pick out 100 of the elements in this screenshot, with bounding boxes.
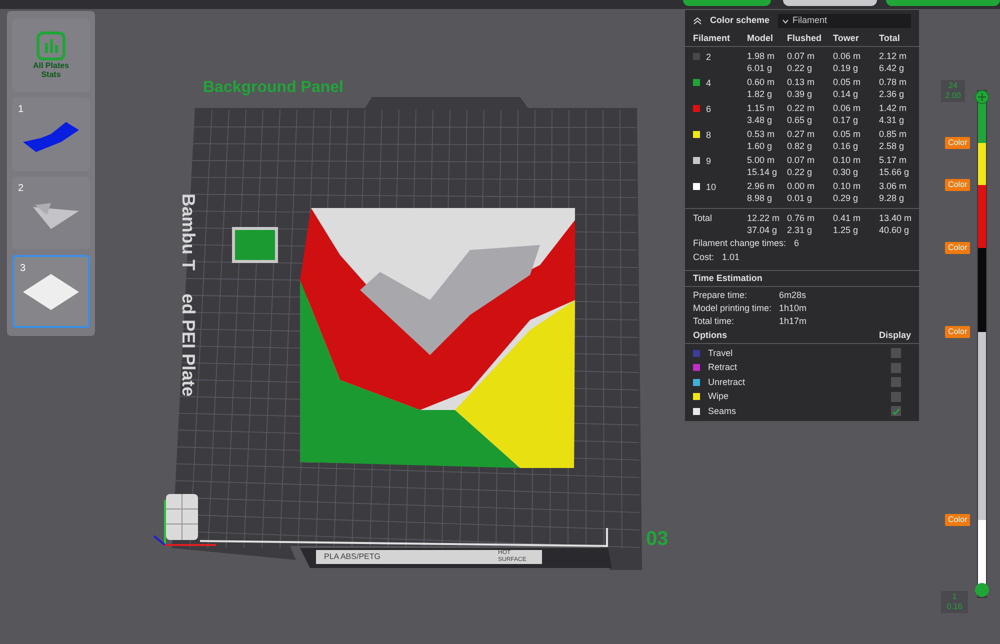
plate-label: ed PEI Plate: [178, 294, 200, 397]
table-cell-text: 2.58 g: [879, 140, 906, 152]
table-cell-text: 3.48 g: [747, 114, 774, 126]
table-cell-text: 0.22 m: [787, 102, 816, 114]
table-cell-text: 1.60 g: [747, 140, 774, 152]
time-value: 1h17m: [779, 315, 808, 328]
column-header: Filament: [693, 32, 732, 46]
top-slider-handle[interactable]: [975, 90, 989, 104]
table-cell-text: 0.76 m: [787, 212, 816, 224]
table-cell-text: 0.29 g: [833, 192, 860, 204]
all-plates-stats-button[interactable]: All Plates Stats: [12, 19, 90, 92]
time-value: 1h10m: [779, 302, 808, 315]
section-title: Time Estimation: [693, 272, 762, 285]
time-label: Model printing time:: [693, 302, 773, 315]
table-cell-text: 15.66 g: [879, 166, 910, 178]
chevron-down-icon: [782, 18, 789, 24]
table-cell-text: 0.17 g: [833, 114, 860, 126]
column-header: Total: [879, 32, 901, 46]
section-title: Options: [693, 328, 727, 342]
filament-number: 10: [706, 181, 716, 194]
layer-height: 2.00: [945, 91, 961, 101]
filament-number: 6: [706, 103, 712, 116]
column-header: Display: [878, 328, 911, 342]
table-cell-text: 5.00 m: [747, 154, 776, 166]
table-cell-text: 0.53 m: [747, 128, 776, 140]
layer-height: 0.16: [946, 602, 962, 612]
color-change-tag[interactable]: Color: [945, 179, 970, 191]
display-checkbox[interactable]: [891, 348, 901, 358]
filament-number: 8: [706, 129, 712, 142]
column-header: Flushed: [787, 32, 823, 46]
color-scheme-label: Color scheme: [710, 14, 770, 28]
color-change-tag[interactable]: Color: [945, 137, 970, 149]
table-cell-text: 15.14 g: [747, 166, 778, 178]
table-cell-text: 0.19 g: [833, 62, 860, 74]
table-cell-text: 1.25 g: [833, 224, 860, 236]
column-header: Tower: [833, 32, 860, 46]
table-cell-text: 0.07 m: [787, 50, 816, 62]
time-label: Prepare time:: [693, 289, 748, 302]
collapse-icon[interactable]: [693, 17, 702, 25]
option-label: Unretract: [708, 376, 746, 388]
color-change-tag[interactable]: Color: [945, 514, 970, 526]
sticker-text: PLA ABS/PETG: [324, 551, 380, 563]
plate-index: 2: [18, 182, 24, 196]
option-label: Wipe: [708, 390, 730, 403]
plate-index: 3: [20, 262, 26, 276]
table-cell-text: 0.16 g: [833, 140, 860, 152]
table-cell: 13.40 m: [879, 212, 912, 224]
plate-number: 03: [646, 527, 668, 552]
table-cell-text: 37.04 g: [747, 224, 778, 236]
option-label: Seams: [708, 404, 738, 418]
filament-number: 2: [706, 51, 712, 64]
table-cell-text: 0.78 m: [879, 76, 908, 88]
filament-number: 4: [706, 77, 712, 90]
display-checkbox[interactable]: [891, 377, 901, 388]
stats-label: All Plates Stats: [32, 61, 70, 80]
table-cell-text: 1.42 m: [879, 102, 908, 114]
chart-icon: [36, 31, 66, 62]
color-change-tag[interactable]: Color: [945, 326, 970, 338]
plate-thumbnail[interactable]: 1: [12, 98, 90, 170]
table-cell-text: 9.28 g: [879, 192, 906, 204]
table-cell-text: 3.06 m: [879, 180, 908, 192]
table-cell-text: 0.13 m: [787, 76, 816, 88]
summary-label: Cost:: [693, 251, 714, 264]
option-label: Retract: [708, 361, 738, 374]
table-cell-text: 0.00 m: [787, 180, 816, 192]
bottom-slider-handle[interactable]: [975, 583, 989, 597]
layer-number: 24: [948, 81, 958, 91]
table-cell-text: 0.22 g: [787, 62, 814, 74]
table-cell-text: 0.60 m: [747, 76, 776, 88]
plate-thumbnail[interactable]: 3: [12, 255, 90, 328]
option-label: Travel: [708, 346, 734, 360]
filament-number: 9: [706, 155, 712, 168]
table-cell-text: 1.82 g: [747, 88, 774, 100]
table-cell-text: 0.30 g: [833, 166, 860, 178]
table-cell-text: 1.98 m: [747, 50, 776, 62]
summary-label: Filament change times:: [693, 237, 786, 250]
table-cell-text: 2.96 m: [747, 180, 776, 192]
table-cell-text: 5.17 m: [879, 154, 908, 166]
view-cube-drawing: [153, 494, 216, 546]
plate-thumbnail[interactable]: 2: [12, 176, 90, 250]
table-cell-text: 40.60 g: [879, 224, 910, 236]
color-change-tag[interactable]: Color: [945, 242, 970, 254]
table-cell-text: 0.27 m: [787, 128, 816, 140]
table-cell-text: 0.39 g: [787, 88, 814, 100]
table-cell-text: 0.07 m: [787, 154, 816, 166]
table-cell-text: 0.06 m: [833, 50, 862, 62]
display-checkbox[interactable]: [891, 362, 901, 373]
display-checkbox[interactable]: [891, 392, 901, 402]
table-cell-text: 0.14 g: [833, 88, 860, 100]
table-cell-text: 2.12 m: [879, 50, 908, 62]
print-button[interactable]: [886, 0, 1000, 6]
display-checkbox[interactable]: [891, 406, 901, 416]
color-scheme-dropdown[interactable]: Filament: [778, 14, 911, 28]
purge-block: [232, 227, 278, 263]
table-cell-text: 0.22 g: [787, 166, 814, 178]
table-cell-text: 2.31 g: [787, 224, 814, 236]
column-header: Model: [747, 32, 774, 46]
share-button[interactable]: [683, 0, 771, 6]
slice-button[interactable]: [783, 0, 877, 6]
table-cell-text: 0.05 m: [833, 128, 862, 140]
